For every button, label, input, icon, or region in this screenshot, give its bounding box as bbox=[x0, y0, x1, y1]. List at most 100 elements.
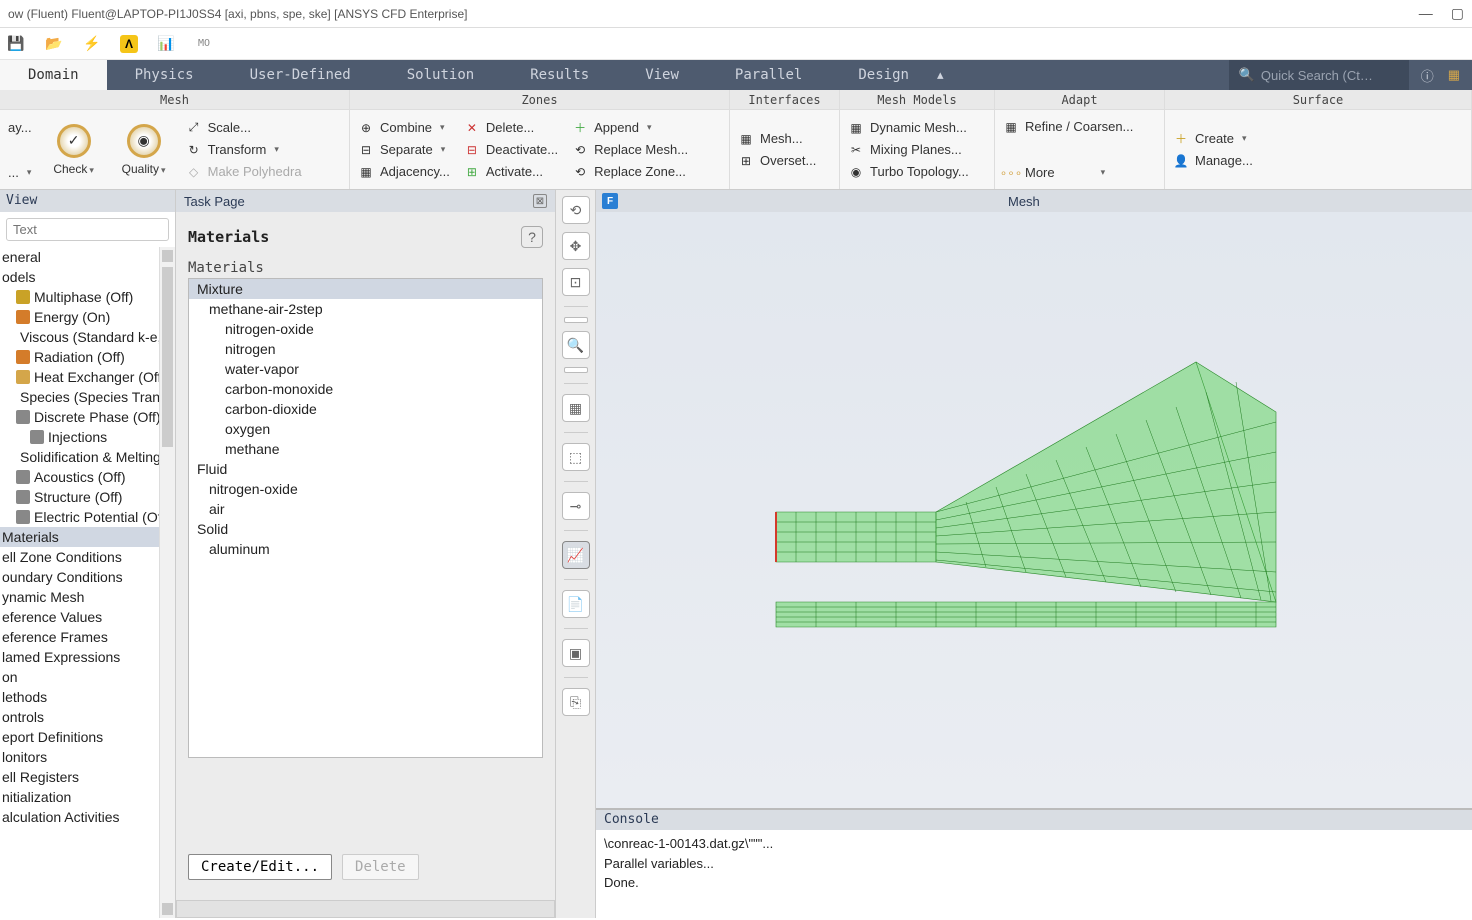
tree-item[interactable]: ynamic Mesh bbox=[0, 587, 175, 607]
save-icon[interactable]: 💾 bbox=[6, 34, 26, 54]
help-icon[interactable]: ? bbox=[521, 226, 543, 248]
tree-item[interactable]: odels bbox=[0, 267, 175, 287]
tree-scrollbar[interactable] bbox=[159, 247, 175, 918]
open-icon[interactable]: 📂 bbox=[44, 34, 64, 54]
list-item[interactable]: carbon-dioxide bbox=[189, 399, 542, 419]
tree-item[interactable]: Acoustics (Off) bbox=[0, 467, 175, 487]
tab-solution[interactable]: Solution bbox=[379, 60, 502, 90]
tree-item[interactable]: lamed Expressions bbox=[0, 647, 175, 667]
task-horizontal-scrollbar[interactable] bbox=[176, 900, 555, 918]
replace-mesh-button[interactable]: ⟲Replace Mesh... bbox=[572, 142, 688, 158]
tree-item[interactable]: Energy (On) bbox=[0, 307, 175, 327]
scale-button[interactable]: ⤢Scale... bbox=[186, 120, 302, 136]
pan-tool-icon[interactable]: ✥ bbox=[562, 232, 590, 260]
tab-physics[interactable]: Physics bbox=[107, 60, 222, 90]
tab-view[interactable]: View bbox=[617, 60, 707, 90]
tab-results[interactable]: Results bbox=[502, 60, 617, 90]
tree-item[interactable]: Electric Potential (Off) bbox=[0, 507, 175, 527]
mesh-interface-button[interactable]: ▦Mesh... bbox=[738, 131, 816, 147]
rotate-tool-icon[interactable]: ⟲ bbox=[562, 196, 590, 224]
tree-item[interactable]: Multiphase (Off) bbox=[0, 287, 175, 307]
info-button[interactable]: ...▾ bbox=[8, 165, 32, 180]
list-item[interactable]: Solid bbox=[189, 519, 542, 539]
filter-input[interactable] bbox=[6, 218, 169, 241]
tree-item[interactable]: ell Zone Conditions bbox=[0, 547, 175, 567]
create-surface-button[interactable]: ＋Create▾ bbox=[1173, 131, 1253, 147]
outline-tree[interactable]: eneralodelsMultiphase (Off)Energy (On)Vi… bbox=[0, 247, 175, 918]
activate-button[interactable]: ⊞Activate... bbox=[464, 164, 558, 180]
create-edit-button[interactable]: Create/Edit... bbox=[188, 854, 332, 880]
deactivate-button[interactable]: ⊟Deactivate... bbox=[464, 142, 558, 158]
mesh-3d-view[interactable] bbox=[596, 212, 1472, 808]
adjacency-button[interactable]: ▦Adjacency... bbox=[358, 164, 450, 180]
tree-item[interactable]: ontrols bbox=[0, 707, 175, 727]
list-item[interactable]: Mixture bbox=[189, 279, 542, 299]
list-item[interactable]: nitrogen-oxide bbox=[189, 319, 542, 339]
layers-icon[interactable]: ▣ bbox=[562, 639, 590, 667]
tree-item[interactable]: eport Definitions bbox=[0, 727, 175, 747]
mesh-tab[interactable]: F bbox=[602, 193, 618, 209]
list-item[interactable]: oxygen bbox=[189, 419, 542, 439]
select-tool-icon[interactable]: ▦ bbox=[562, 394, 590, 422]
tab-user-defined[interactable]: User-Defined bbox=[222, 60, 379, 90]
list-item[interactable]: air bbox=[189, 499, 542, 519]
zoom-fit-icon[interactable]: 🔍 bbox=[562, 331, 590, 359]
transform-button[interactable]: ↻Transform▾ bbox=[186, 142, 302, 158]
console-body[interactable]: \conreac-1-00143.dat.gz\"""...Parallel v… bbox=[596, 830, 1472, 918]
document-icon[interactable]: 📄 bbox=[562, 590, 590, 618]
append-button[interactable]: ＋Append▾ bbox=[572, 120, 688, 136]
delete-button[interactable]: ✕Delete... bbox=[464, 120, 558, 136]
separate-button[interactable]: ⊟Separate▾ bbox=[358, 142, 450, 158]
list-item[interactable]: aluminum bbox=[189, 539, 542, 559]
dynamic-mesh-button[interactable]: ▦Dynamic Mesh... bbox=[848, 120, 969, 136]
tree-item[interactable]: ell Registers bbox=[0, 767, 175, 787]
list-item[interactable]: Fluid bbox=[189, 459, 542, 479]
tree-item[interactable]: oundary Conditions bbox=[0, 567, 175, 587]
list-item[interactable]: carbon-monoxide bbox=[189, 379, 542, 399]
materials-list[interactable]: Mixturemethane-air-2stepnitrogen-oxideni… bbox=[188, 278, 543, 758]
layout-icon[interactable]: ▦ bbox=[1448, 67, 1460, 83]
tree-item[interactable]: alculation Activities bbox=[0, 807, 175, 827]
close-icon[interactable]: ⊠ bbox=[533, 194, 547, 208]
tree-item[interactable]: Discrete Phase (Off) bbox=[0, 407, 175, 427]
delete-button[interactable]: Delete bbox=[342, 854, 419, 880]
tree-item[interactable]: Injections bbox=[0, 427, 175, 447]
tab-domain[interactable]: Domain bbox=[0, 60, 107, 90]
list-item[interactable]: water-vapor bbox=[189, 359, 542, 379]
chart-icon[interactable]: 📊 bbox=[156, 34, 176, 54]
maximize-button[interactable]: ▢ bbox=[1451, 5, 1464, 22]
tree-item[interactable]: Species (Species Transpor bbox=[0, 387, 175, 407]
tree-item[interactable]: eneral bbox=[0, 247, 175, 267]
text-icon[interactable]: MO bbox=[194, 34, 214, 54]
help-icon[interactable]: ⓘ bbox=[1421, 66, 1434, 85]
replace-zone-button[interactable]: ⟲Replace Zone... bbox=[572, 164, 688, 180]
tree-item[interactable]: eference Frames bbox=[0, 627, 175, 647]
tab-design[interactable]: Design bbox=[830, 60, 937, 90]
copy-icon[interactable]: ⎘ bbox=[562, 688, 590, 716]
tree-item[interactable]: eference Values bbox=[0, 607, 175, 627]
polyhedra-button[interactable]: ◇Make Polyhedra bbox=[186, 164, 302, 180]
quality-button[interactable]: ◉ Quality▾ bbox=[116, 124, 172, 176]
ansys-icon[interactable]: Λ bbox=[120, 35, 138, 53]
tab-parallel[interactable]: Parallel bbox=[707, 60, 830, 90]
tree-item[interactable]: Viscous (Standard k-e, St bbox=[0, 327, 175, 347]
tree-item[interactable]: Solidification & Melting (C bbox=[0, 447, 175, 467]
manage-surface-button[interactable]: 👤Manage... bbox=[1173, 153, 1253, 169]
tree-item[interactable]: on bbox=[0, 667, 175, 687]
tree-item[interactable]: Materials bbox=[0, 527, 175, 547]
tree-item[interactable]: lonitors bbox=[0, 747, 175, 767]
minimize-button[interactable]: — bbox=[1419, 5, 1433, 22]
list-item[interactable]: nitrogen bbox=[189, 339, 542, 359]
chart-view-icon[interactable]: 📈 bbox=[562, 541, 590, 569]
more-button[interactable]: ∘∘∘More▾ bbox=[1003, 165, 1133, 181]
tree-item[interactable]: Radiation (Off) bbox=[0, 347, 175, 367]
combine-button[interactable]: ⊕Combine▾ bbox=[358, 120, 450, 136]
tree-item[interactable]: lethods bbox=[0, 687, 175, 707]
refine-coarsen-button[interactable]: ▦Refine / Coarsen... bbox=[1003, 119, 1133, 135]
list-item[interactable]: nitrogen-oxide bbox=[189, 479, 542, 499]
probe-icon[interactable]: ⊸ bbox=[562, 492, 590, 520]
turbo-topology-button[interactable]: ◉Turbo Topology... bbox=[848, 164, 969, 180]
mixing-planes-button[interactable]: ✂Mixing Planes... bbox=[848, 142, 969, 158]
quick-search[interactable]: 🔍 Quick Search (Ct… bbox=[1229, 60, 1409, 90]
lightning-icon[interactable]: ⚡ bbox=[82, 34, 102, 54]
